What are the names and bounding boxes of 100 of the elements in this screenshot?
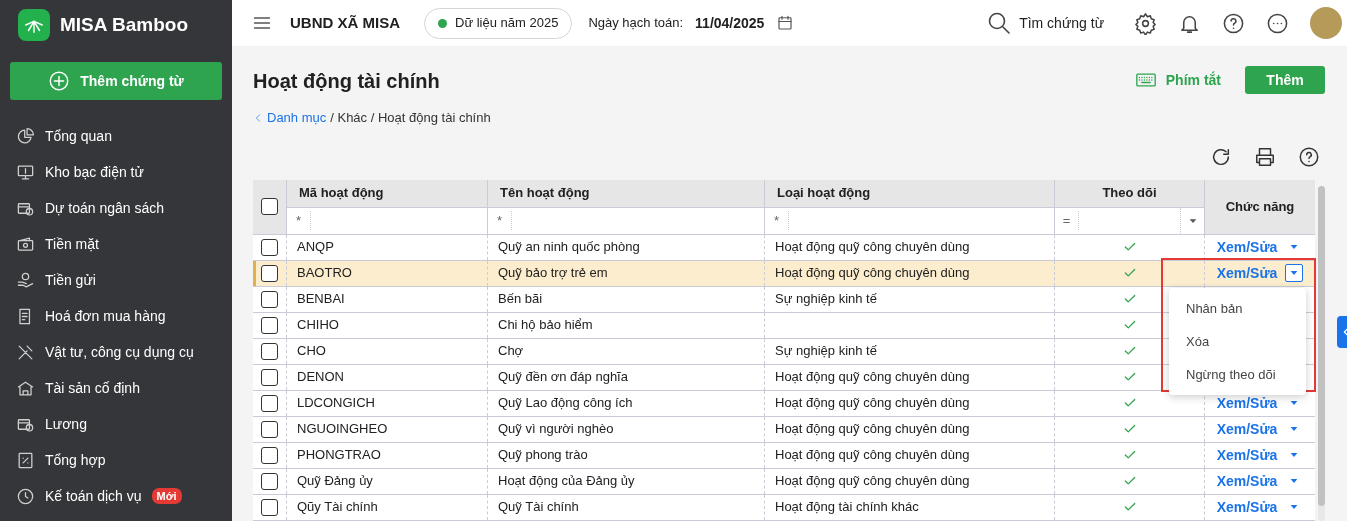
table-cell-text: Hoạt động quỹ công chuyên dùng <box>775 238 970 257</box>
table-cell-text: DENON <box>297 368 344 387</box>
column-header[interactable]: Loại hoạt động <box>765 179 1055 208</box>
sidebar-item[interactable]: Hoá đơn mua hàng <box>0 298 232 334</box>
table-cell-text: BENBAI <box>297 290 345 309</box>
table-cell-text: PHONGTRAO <box>297 446 381 465</box>
clock-icon <box>16 486 35 506</box>
table-cell-text: Quỹ Tài chính <box>498 498 579 517</box>
filter-operator[interactable]: = <box>1055 210 1079 231</box>
row-checkbox[interactable] <box>261 368 278 386</box>
table-cell-text: Hoạt động quỹ công chuyên dùng <box>775 264 970 283</box>
sidebar-item[interactable]: Lương <box>0 406 232 442</box>
table-cell-text: CHIHO <box>297 316 339 335</box>
view-edit-link[interactable]: Xem/Sửa <box>1216 496 1278 518</box>
row-checkbox[interactable] <box>261 446 278 464</box>
row-checkbox[interactable] <box>261 316 278 334</box>
settings-button[interactable] <box>1134 11 1157 35</box>
more-button[interactable] <box>1266 11 1289 35</box>
table-cell-text: Chợ <box>498 342 524 361</box>
scrollbar-thumb[interactable] <box>1318 185 1325 506</box>
sidebar-item[interactable]: Tiền gửi <box>0 262 232 298</box>
view-edit-link[interactable]: Xem/Sửa <box>1216 470 1278 492</box>
table-cell-text: Hoạt động quỹ công chuyên dùng <box>775 394 970 413</box>
table-cell-text: Chi hộ bảo hiểm <box>498 316 593 335</box>
column-header[interactable]: Theo dõi <box>1055 179 1205 208</box>
column-header[interactable]: Chức năng <box>1205 179 1315 234</box>
calendar-icon <box>776 14 795 32</box>
table-cell-text: Quỹ bảo trợ trẻ em <box>498 264 608 283</box>
table-row[interactable]: Qũy Tài chính Quỹ Tài chính Hoạt động tài chính khác Xem/Sửa <box>253 494 1315 521</box>
sidebar-item[interactable]: Dự toán ngân sách <box>0 190 232 226</box>
sidebar-item[interactable]: Kho bạc điện tử <box>0 154 232 190</box>
filter-operator[interactable]: * <box>488 210 512 231</box>
table-cell-text: Quỹ vì người nghèo <box>498 420 614 439</box>
table-cell-text: Hoạt động quỹ công chuyên dùng <box>775 368 970 387</box>
breadcrumb-link[interactable]: Danh mục <box>253 108 327 128</box>
view-edit-link[interactable]: Xem/Sửa <box>1216 262 1278 284</box>
filter-operator[interactable]: * <box>287 210 311 231</box>
row-checkbox[interactable] <box>261 498 278 516</box>
view-edit-link[interactable]: Xem/Sửa <box>1216 392 1278 414</box>
more-icon <box>1266 11 1289 35</box>
sidebar-item[interactable]: Tổng hợp <box>0 442 232 478</box>
table-cell-text: NGUOINGHEO <box>297 420 388 439</box>
column-header[interactable]: Tên hoạt động <box>488 179 765 208</box>
table-row[interactable]: LDCONGICH Quỹ Lao động công ích Hoạt động quỹ công chuyên dùng Xem/Sửa <box>253 390 1315 417</box>
table-cell-text: Bến bãi <box>498 290 543 309</box>
table-cell-text: LDCONGICH <box>297 394 375 413</box>
filter-operator[interactable]: * <box>765 210 789 231</box>
table-cell-text: ANQP <box>297 238 334 257</box>
date-label: Ngày hạch toán: <box>588 14 684 33</box>
table-cell-text: Quỹ phong trào <box>498 446 588 465</box>
pie-chart-icon <box>16 126 35 146</box>
table-row[interactable]: ANQP Quỹ an ninh quốc phòng Hoạt động quỹ công chuyên dùng Xem/Sửa <box>253 234 1315 261</box>
table-row[interactable]: NGUOINGHEO Quỹ vì người nghèo Hoạt động quỹ công chuyên dùng Xem/Sửa <box>253 416 1315 443</box>
view-edit-link[interactable]: Xem/Sửa <box>1216 236 1278 258</box>
hand-coin-icon <box>16 270 35 290</box>
chevron-left-icon <box>253 112 263 123</box>
menu-caret-button[interactable] <box>1285 264 1304 282</box>
row-checkbox[interactable] <box>261 290 278 308</box>
row-checkbox[interactable] <box>261 420 278 438</box>
help-button[interactable] <box>1298 145 1320 168</box>
help-icon <box>1222 11 1245 35</box>
select-all-checkbox[interactable] <box>261 198 278 215</box>
table-row[interactable]: Quỹ Đảng ủy Hoạt động của Đảng ủy Hoạt động quỹ công chuyên dùng Xem/Sửa <box>253 468 1315 495</box>
row-checkbox[interactable] <box>261 342 278 360</box>
sidebar-item[interactable]: Vật tư, công cụ dụng cụ <box>0 334 232 370</box>
help-icon <box>1298 145 1320 168</box>
table-cell-text: Hoạt động quỹ công chuyên dùng <box>775 446 970 465</box>
help-button[interactable] <box>1222 11 1245 35</box>
page-title: Hoạt động tài chính <box>253 69 441 94</box>
row-checkbox[interactable] <box>261 264 278 282</box>
table-row[interactable]: PHONGTRAO Quỹ phong trào Hoạt động quỹ công chuyên dùng Xem/Sửa <box>253 442 1315 469</box>
row-checkbox[interactable] <box>261 238 278 256</box>
calendar-button[interactable] <box>776 14 795 32</box>
view-edit-link[interactable]: Xem/Sửa <box>1216 418 1278 440</box>
table-cell-text: Quỹ Đảng ủy <box>297 472 373 491</box>
sidebar-item[interactable]: Kế toán dịch vụ Mới <box>0 478 232 514</box>
sidebar-item[interactable]: Tổng quan <box>0 118 232 154</box>
row-checkbox[interactable] <box>261 472 278 490</box>
print-button[interactable] <box>1254 145 1276 168</box>
view-edit-link[interactable]: Xem/Sửa <box>1216 444 1278 466</box>
table-row[interactable]: BAOTRO Quỹ bảo trợ trẻ em Hoạt động quỹ công chuyên dùng Xem/Sửa <box>253 260 1315 287</box>
sidebar-item[interactable]: Tiền mặt <box>0 226 232 262</box>
avatar-icon[interactable] <box>1310 7 1342 39</box>
percent-document-icon <box>16 450 35 470</box>
table-cell-text: Qũy Tài chính <box>297 498 378 517</box>
organization-name: UBND XÃ MISA <box>290 12 400 33</box>
row-checkbox[interactable] <box>261 394 278 412</box>
table-cell-text: Hoạt động quỹ công chuyên dùng <box>775 420 970 439</box>
sidebar-item[interactable]: Tài sản cố định <box>0 370 232 406</box>
table-cell-text: BAOTRO <box>297 264 352 283</box>
search-icon <box>987 11 1012 35</box>
plus-circle-icon <box>48 70 71 92</box>
posting-date: 11/04/2025 <box>695 13 765 33</box>
new-badge: Mới <box>151 487 182 505</box>
search-button[interactable]: Tìm chứng từ <box>987 11 1104 35</box>
breadcrumb-path: / Khác / Hoạt động tài chính <box>330 109 491 127</box>
table-cell-text: Sự nghiệp kinh tế <box>775 290 877 309</box>
table-cell-text: Hoạt động quỹ công chuyên dùng <box>775 472 970 491</box>
table-cell-text: Hoạt động tài chính khác <box>775 498 919 517</box>
column-header[interactable]: Mã hoạt động <box>287 179 488 208</box>
